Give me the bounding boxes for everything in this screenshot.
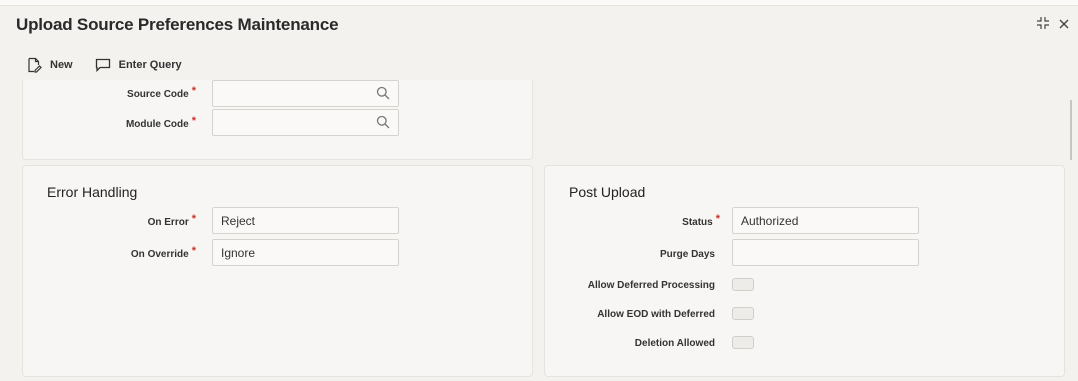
status-field[interactable]: Authorized: [732, 207, 919, 234]
post-upload-heading: Post Upload: [569, 184, 646, 200]
allow-eod-with-deferred-label: Allow EOD with Deferred: [597, 309, 715, 320]
allow-eod-with-deferred-toggle[interactable]: [732, 307, 754, 320]
source-code-input[interactable]: [212, 80, 399, 107]
on-override-field[interactable]: Ignore: [212, 239, 399, 266]
purge-days-input[interactable]: [732, 239, 919, 266]
page-title: Upload Source Preferences Maintenance: [16, 15, 339, 34]
enter-query-button[interactable]: Enter Query: [95, 58, 182, 72]
window-controls: [1036, 16, 1070, 35]
toolbar: New Enter Query: [26, 57, 182, 73]
on-error-field[interactable]: Reject: [212, 207, 399, 234]
new-document-icon: [26, 57, 42, 73]
error-handling-heading: Error Handling: [47, 184, 138, 200]
module-code-label: Module Code *: [125, 115, 196, 130]
error-handling-panel: Error Handling On Error * Reject On Overr…: [22, 165, 533, 377]
close-icon[interactable]: [1058, 17, 1070, 35]
post-upload-panel: Post Upload Status * Authorized Purge Day…: [544, 165, 1065, 377]
on-override-label: On Override *: [130, 245, 196, 260]
scrollbar[interactable]: [1070, 100, 1072, 160]
deletion-allowed-label: Deletion Allowed: [634, 338, 715, 349]
source-code-label: Source Code *: [127, 85, 196, 100]
module-code-input[interactable]: [212, 109, 399, 136]
allow-deferred-processing-toggle[interactable]: [732, 278, 754, 291]
search-icon[interactable]: [376, 115, 390, 132]
purge-days-label: Purge Days: [659, 249, 715, 260]
deletion-allowed-toggle[interactable]: [732, 336, 754, 349]
enter-query-label: Enter Query: [118, 59, 182, 71]
key-fields-panel: Source Code * Module Code *: [22, 80, 533, 160]
new-button[interactable]: New: [26, 57, 73, 73]
top-border: [0, 0, 1078, 6]
comment-icon: [95, 58, 111, 72]
status-label: Status *: [682, 213, 720, 228]
allow-deferred-processing-label: Allow Deferred Processing: [587, 280, 715, 291]
on-error-label: On Error *: [147, 213, 196, 228]
search-icon[interactable]: [376, 86, 390, 103]
new-label: New: [50, 59, 73, 71]
expand-icon[interactable]: [1036, 16, 1050, 35]
